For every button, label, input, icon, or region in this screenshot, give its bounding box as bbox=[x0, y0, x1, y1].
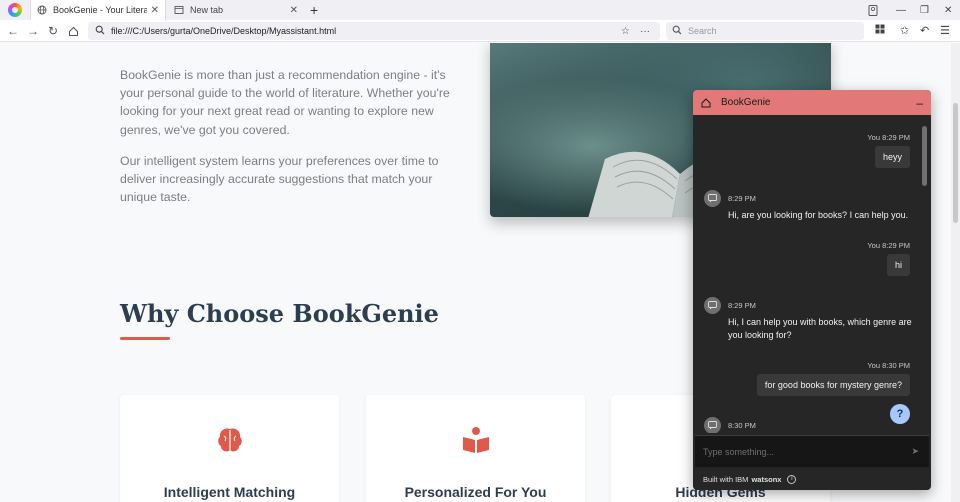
message-meta: You 8:30 PM bbox=[867, 361, 910, 370]
favorites-icon[interactable]: ✩ bbox=[900, 24, 909, 37]
page-icon bbox=[174, 5, 184, 15]
chat-scrollbar-thumb[interactable] bbox=[922, 126, 927, 186]
tab-title: BookGenie - Your Literary Co bbox=[53, 5, 147, 15]
account-icon[interactable] bbox=[868, 0, 878, 20]
tab-new-tab[interactable]: New tab ✕ bbox=[168, 0, 304, 20]
info-icon[interactable]: i bbox=[787, 474, 797, 484]
feature-card-intelligent-matching: Intelligent Matching bbox=[120, 395, 339, 502]
message-meta: You 8:29 PM bbox=[867, 133, 910, 142]
close-window-button[interactable]: ✕ bbox=[944, 0, 952, 20]
minimize-window-button[interactable]: — bbox=[896, 0, 906, 20]
tab-title: New tab bbox=[190, 5, 224, 15]
help-button[interactable]: ? bbox=[890, 404, 910, 424]
more-options-icon[interactable]: ··· bbox=[640, 26, 650, 37]
grid-apps-icon[interactable] bbox=[875, 24, 885, 37]
message-meta: 8:29 PM bbox=[728, 194, 756, 203]
message-bubble: heyy bbox=[874, 146, 910, 168]
tab-bookgenie[interactable]: BookGenie - Your Literary Co ✕ bbox=[30, 0, 166, 20]
chat-input-area: ➤ bbox=[695, 435, 929, 467]
chat-footer: Built with IBM watsonx i bbox=[693, 468, 931, 490]
page-scrollbar-thumb[interactable] bbox=[953, 103, 958, 223]
chat-messages: You 8:29 PM heyy 8:29 PM Hi, are you loo… bbox=[693, 115, 931, 433]
restore-window-button[interactable]: ❐ bbox=[920, 0, 929, 20]
section-title: Why Choose BookGenie bbox=[120, 299, 439, 328]
chat-header: BookGenie – bbox=[693, 90, 931, 115]
footer-prefix: Built with IBM bbox=[703, 474, 749, 484]
user-message: You 8:30 PM for good books for mystery g… bbox=[756, 361, 910, 396]
user-message: You 8:29 PM heyy bbox=[867, 133, 910, 168]
reading-person-icon bbox=[462, 427, 489, 453]
address-bar[interactable]: file:///C:/Users/gurta/OneDrive/Desktop/… bbox=[88, 22, 660, 40]
reload-button[interactable]: ↻ bbox=[44, 22, 62, 40]
search-placeholder: Search bbox=[688, 26, 717, 36]
message-meta: 8:30 PM bbox=[728, 421, 756, 430]
chat-scrollbar[interactable] bbox=[921, 120, 928, 425]
bookmark-star-icon[interactable]: ☆ bbox=[621, 26, 630, 37]
home-icon[interactable] bbox=[701, 97, 711, 108]
chat-widget: BookGenie – You 8:29 PM heyy 8:29 PM Hi,… bbox=[693, 90, 931, 490]
chat-title: BookGenie bbox=[721, 97, 771, 108]
message-bubble: for good books for mystery genre? bbox=[756, 374, 910, 396]
message-text: Hi, are you looking for books? I can hel… bbox=[728, 210, 909, 220]
feature-card-title: Personalized For You bbox=[404, 484, 547, 500]
feature-card-personalized: Personalized For You bbox=[366, 395, 585, 502]
new-tab-button[interactable]: + bbox=[310, 2, 318, 18]
browser-search-box[interactable]: Search bbox=[666, 22, 864, 40]
browser-logo-icon[interactable] bbox=[8, 3, 22, 17]
globe-icon bbox=[37, 5, 47, 15]
message-meta: 8:29 PM bbox=[728, 301, 756, 310]
feature-card-title: Intelligent Matching bbox=[163, 484, 296, 500]
tab-bar: BookGenie - Your Literary Co ✕ New tab ✕… bbox=[0, 0, 960, 20]
back-button[interactable]: ← bbox=[4, 22, 22, 40]
history-undo-icon[interactable]: ↶ bbox=[920, 24, 929, 37]
message-text: Hi, I can help you with books, which gen… bbox=[728, 317, 912, 340]
intro-paragraph-1: BookGenie is more than just a recommenda… bbox=[120, 68, 450, 137]
search-icon bbox=[672, 25, 682, 38]
message-bubble: hi bbox=[886, 254, 910, 276]
section-title-underline bbox=[120, 337, 170, 340]
intro-paragraph-2: Our intelligent system learns your prefe… bbox=[120, 154, 439, 205]
search-icon bbox=[95, 25, 105, 38]
tab-close-icon[interactable]: ✕ bbox=[290, 5, 298, 16]
send-icon[interactable]: ➤ bbox=[911, 446, 919, 457]
chat-message-input[interactable] bbox=[695, 446, 912, 457]
page-scrollbar[interactable] bbox=[951, 43, 960, 502]
home-button[interactable] bbox=[64, 22, 82, 40]
minimize-chat-button[interactable]: – bbox=[916, 96, 923, 110]
bot-avatar-icon bbox=[704, 417, 721, 433]
bot-avatar-icon bbox=[704, 190, 721, 207]
footer-brand: watsonx bbox=[751, 474, 782, 484]
user-message: You 8:29 PM hi bbox=[867, 241, 910, 276]
bot-avatar-icon bbox=[704, 297, 721, 314]
tab-close-icon[interactable]: ✕ bbox=[151, 5, 159, 16]
forward-button[interactable]: → bbox=[24, 22, 42, 40]
menu-icon[interactable]: ☰ bbox=[940, 24, 950, 37]
url-text: file:///C:/Users/gurta/OneDrive/Desktop/… bbox=[111, 26, 337, 36]
brain-icon bbox=[217, 428, 242, 452]
browser-toolbar: ← → ↻ file:///C:/Users/gurta/OneDrive/De… bbox=[0, 20, 960, 42]
message-meta: You 8:29 PM bbox=[867, 241, 910, 250]
